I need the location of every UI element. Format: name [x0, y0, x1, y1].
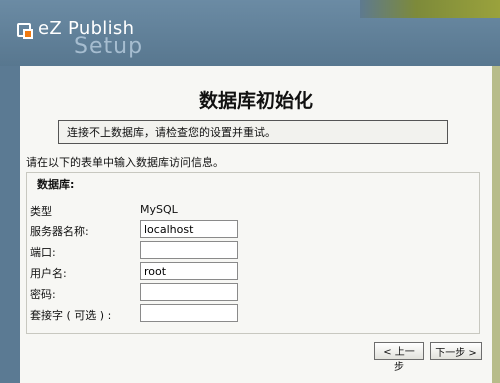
socket-input[interactable] [140, 304, 238, 322]
ez-logo-icon [17, 23, 33, 39]
intro-text: 请在以下的表单中输入数据库访问信息。 [26, 156, 224, 169]
port-label: 端口: [30, 246, 56, 259]
password-label: 密码: [30, 288, 56, 301]
server-input[interactable] [140, 220, 238, 238]
left-margin [0, 66, 20, 383]
username-input[interactable] [140, 262, 238, 280]
username-label: 用户名: [30, 267, 67, 280]
setup-subtitle: Setup [74, 34, 144, 59]
back-button[interactable]: < 上一步 [374, 342, 424, 373]
server-label: 服务器名称: [30, 225, 89, 238]
password-input[interactable] [140, 283, 238, 301]
header-accent [360, 0, 500, 18]
next-button[interactable]: 下一步 > [430, 342, 482, 360]
database-legend: 数据库: [37, 178, 75, 191]
database-fieldset: 数据库: 类型 MySQL 服务器名称: 端口: 用户名: 密码: 套接字 ( … [26, 172, 480, 334]
type-label: 类型 [30, 205, 52, 218]
setup-panel: 数据库初始化 连接不上数据库，请检查您的设置并重试。 请在以下的表单中输入数据库… [20, 66, 492, 383]
type-value: MySQL [140, 203, 178, 216]
error-message-box: 连接不上数据库，请检查您的设置并重试。 [58, 120, 448, 144]
port-input[interactable] [140, 241, 238, 259]
page-title: 数据库初始化 [198, 90, 313, 112]
socket-label: 套接字 ( 可选 ) : [30, 309, 112, 322]
right-margin [492, 66, 500, 383]
error-message-text: 连接不上数据库，请检查您的设置并重试。 [67, 126, 276, 139]
